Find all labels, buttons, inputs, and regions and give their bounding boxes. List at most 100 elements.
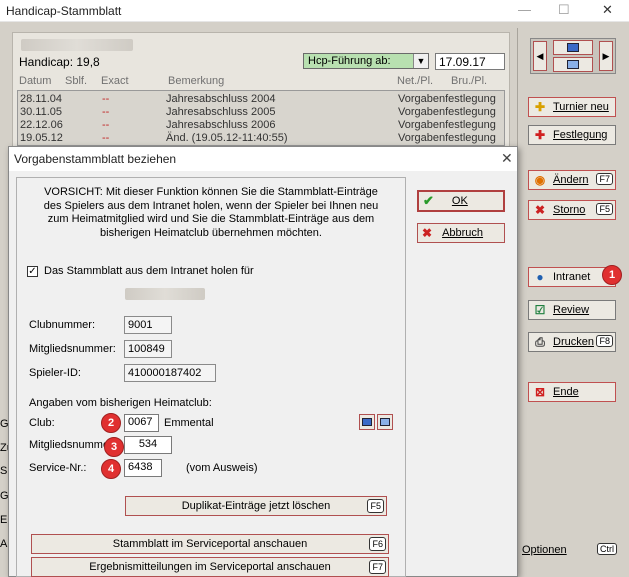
dialog-titlebar: Vorgabenstammblatt beziehen ✕ xyxy=(9,147,517,171)
storno-button[interactable]: ✖ Storno F5 xyxy=(528,200,616,220)
player-name-redacted xyxy=(125,288,205,300)
club-card-button[interactable] xyxy=(359,414,375,430)
nav-cluster: ◀ ▶ xyxy=(530,38,616,74)
row-note: Jahresabschluss 2005 xyxy=(166,106,276,118)
review-button[interactable]: ☑ Review xyxy=(528,300,616,320)
aendern-button[interactable]: ◉ Ändern F7 xyxy=(528,170,616,190)
warning-text: VORSICHT: Mit dieser Funktion können Sie… xyxy=(43,186,379,239)
vorgabenstammblatt-dialog: Vorgabenstammblatt beziehen ✕ VORSICHT: … xyxy=(8,146,518,577)
row-mark: -- xyxy=(102,132,110,144)
section-label: Angaben vom bisherigen Heimatclub: xyxy=(29,397,212,409)
hcp-select[interactable]: Hcp-Führung ab: ▼ xyxy=(303,53,429,69)
review-label: Review xyxy=(553,304,590,316)
row-date: 30.11.05 xyxy=(20,106,63,118)
dialog-content: VORSICHT: Mit dieser Funktion können Sie… xyxy=(16,177,406,577)
col-header-datum: Datum xyxy=(19,75,52,87)
table-row[interactable]: 28.11.04 -- Jahresabschluss 2004 Vorgabe… xyxy=(18,93,504,106)
club-name: Emmental xyxy=(164,417,214,429)
row-mark: -- xyxy=(102,106,110,118)
optionen-label: Optionen xyxy=(522,544,567,556)
spieler-id-label: Spieler-ID: xyxy=(29,367,81,379)
row-type: Vorgabenfestlegung xyxy=(398,93,496,105)
intranet-checkbox[interactable]: ✓ xyxy=(27,266,38,277)
chevron-down-icon[interactable]: ▼ xyxy=(413,54,428,68)
right-toolbar: ◀ ▶ ✚ Turnier neu ✚ Festlegung ◉ Ändern … xyxy=(517,28,629,577)
aendern-key: F7 xyxy=(596,173,613,185)
close-icon[interactable]: ✕ xyxy=(602,2,613,18)
stammblatt-label: Stammblatt im Serviceportal anschauen xyxy=(112,538,308,550)
annotation-badge-3: 3 xyxy=(104,437,124,457)
date-field[interactable]: 17.09.17 xyxy=(435,53,505,70)
annotation-badge-1: 1 xyxy=(602,265,622,285)
nav-right-button[interactable]: ▶ xyxy=(599,41,613,71)
col-header-exact: Exact xyxy=(101,75,129,87)
duplikat-loeschen-button[interactable]: Duplikat-Einträge jetzt löschen F5 xyxy=(125,496,387,516)
table-row[interactable]: 22.12.06 -- Jahresabschluss 2006 Vorgabe… xyxy=(18,119,504,132)
row-mark: -- xyxy=(102,93,110,105)
hcp-select-value: Hcp-Führung ab: xyxy=(308,55,391,67)
festlegung-button[interactable]: ✚ Festlegung xyxy=(528,125,616,145)
drucken-label: Drucken xyxy=(553,336,594,348)
mitgliedsnummer2-field[interactable]: 534 xyxy=(124,436,172,454)
nav-bottom-button[interactable] xyxy=(553,57,593,72)
search-card-icon xyxy=(380,418,390,426)
circle-icon: ◉ xyxy=(534,173,546,187)
nav-left-button[interactable]: ◀ xyxy=(533,41,547,71)
col-header-net: Net./Pl. xyxy=(397,75,434,87)
service-field[interactable]: 6438 xyxy=(124,459,162,477)
exit-icon: ⊠ xyxy=(534,385,546,399)
minimize-icon[interactable]: — xyxy=(518,2,531,17)
search-card-icon xyxy=(567,60,579,69)
plus-icon: ✚ xyxy=(534,128,546,142)
review-icon: ☑ xyxy=(534,303,546,317)
optionen-button[interactable]: Optionen Ctrl xyxy=(522,543,628,564)
ergebnis-key: F7 xyxy=(369,560,386,574)
maximize-icon[interactable]: ☐ xyxy=(558,2,570,18)
optionen-key: Ctrl xyxy=(597,543,617,555)
row-date: 19.05.12 xyxy=(20,132,63,144)
ende-button[interactable]: ⊠ Ende xyxy=(528,382,616,402)
duplikat-label: Duplikat-Einträge jetzt löschen xyxy=(181,500,331,512)
x-icon: ✖ xyxy=(534,203,546,217)
printer-icon: ⎙ xyxy=(535,334,545,349)
stammblatt-serviceportal-button[interactable]: Stammblatt im Serviceportal anschauen F6 xyxy=(31,534,389,554)
row-mark: -- xyxy=(102,119,110,131)
abbruch-button[interactable]: ✖ Abbruch xyxy=(417,223,505,243)
turnier-neu-button[interactable]: ✚ Turnier neu xyxy=(528,97,616,117)
dialog-close-icon[interactable]: ✕ xyxy=(501,150,513,167)
row-note: Jahresabschluss 2006 xyxy=(166,119,276,131)
stammblatt-key: F6 xyxy=(369,537,386,551)
aendern-label: Ändern xyxy=(553,174,589,186)
x-icon: ✖ xyxy=(422,226,433,240)
annotation-badge-4: 4 xyxy=(101,459,121,479)
row-type: Vorgabenfestlegung xyxy=(398,119,496,131)
festlegung-label: Festlegung xyxy=(553,129,608,141)
table-row[interactable]: 19.05.12 -- Änd. (19.05.12-11:40:55) Vor… xyxy=(18,132,504,145)
duplikat-key: F5 xyxy=(367,499,384,513)
storno-label: Storno xyxy=(553,204,586,216)
ergebnis-label: Ergebnismitteilungen im Serviceportal an… xyxy=(89,561,331,573)
row-date: 22.12.06 xyxy=(20,119,63,131)
club-label: Club: xyxy=(29,417,55,429)
drucken-button[interactable]: ⎙ Drucken F8 xyxy=(528,332,616,352)
club-field[interactable]: 0067 xyxy=(124,414,159,432)
row-note: Änd. (19.05.12-11:40:55) xyxy=(166,132,288,144)
nav-top-button[interactable] xyxy=(553,40,593,55)
ergebnis-serviceportal-button[interactable]: Ergebnismitteilungen im Serviceportal an… xyxy=(31,557,389,577)
ok-button[interactable]: ✔ OK xyxy=(417,190,505,212)
mitgliedsnummer-field: 100849 xyxy=(124,340,172,358)
clubnummer-label: Clubnummer: xyxy=(29,319,96,331)
col-header-bru: Bru./Pl. xyxy=(451,75,488,87)
row-note: Jahresabschluss 2004 xyxy=(166,93,276,105)
drucken-key: F8 xyxy=(596,335,613,347)
club-search-button[interactable] xyxy=(377,414,393,430)
mitgliedsnummer-label: Mitgliedsnummer: xyxy=(29,343,116,355)
plus-icon: ✚ xyxy=(534,100,546,114)
parent-window-title: Handicap-Stammblatt xyxy=(6,4,122,18)
player-name-redacted xyxy=(21,39,133,51)
ok-label: OK xyxy=(451,195,468,207)
row-type: Vorgabenfestlegung xyxy=(398,132,496,144)
history-table: 28.11.04 -- Jahresabschluss 2004 Vorgabe… xyxy=(17,90,505,146)
table-row[interactable]: 30.11.05 -- Jahresabschluss 2005 Vorgabe… xyxy=(18,106,504,119)
row-date: 28.11.04 xyxy=(20,93,63,105)
